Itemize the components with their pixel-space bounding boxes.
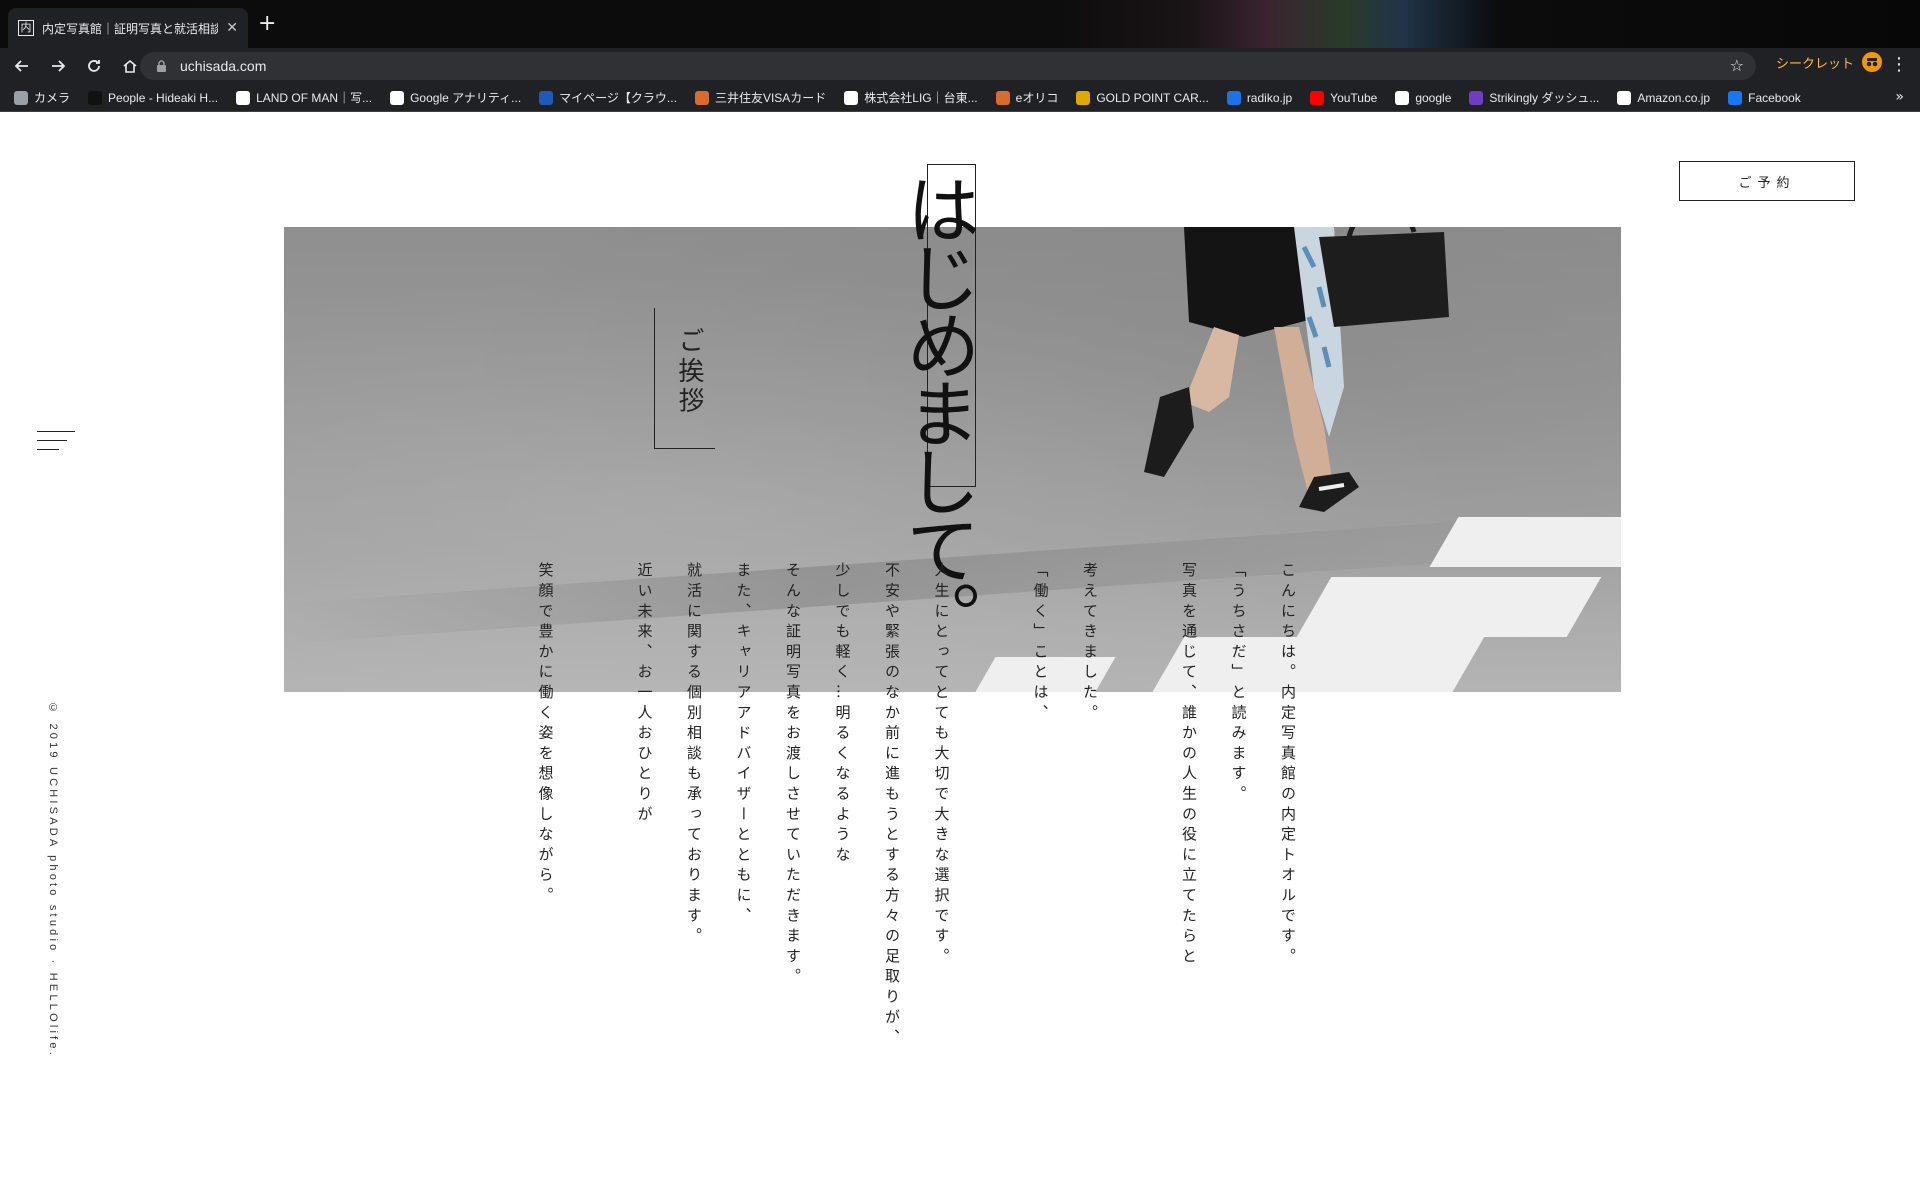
grid-icon [1076,90,1091,105]
browser-menu-icon[interactable]: ⋮ [1890,54,1908,75]
copyright-text: © 2019 UCHISADA photo studio · HELLOlife… [47,702,59,1058]
body-line: こんにちは。内定写真館の内定トオルです。 [1279,562,1297,968]
bookmark-item[interactable]: YouTube [1310,90,1378,105]
bookmark-item[interactable]: Amazon.co.jp [1617,90,1711,105]
bookmark-star-icon[interactable]: ☆ [1730,56,1744,75]
page-icon [236,90,251,105]
youtube-icon [1310,90,1325,105]
bookmark-item[interactable]: google [1395,90,1452,105]
new-tab-button[interactable]: + [258,12,276,36]
bookmark-item[interactable]: カメラ [14,89,70,106]
hamburger-menu-icon[interactable] [37,429,75,453]
lock-icon [156,60,168,72]
active-tab[interactable]: 内 内定写真館｜証明写真と就活相談 ✕ [8,8,248,48]
body-line: 「うちさだ」と読みます。 [1229,562,1248,806]
orico-icon [694,90,709,105]
bookmark-item[interactable]: 三井住友VISAカード [694,89,827,106]
body-line: 人生にとってとても大切で大きな選択です。 [932,562,951,968]
menu-line [37,449,59,450]
body-line: 少しでも軽く…明るくなるような [833,562,852,867]
back-arrow-icon[interactable] [8,52,36,80]
forward-arrow-icon[interactable] [44,52,72,80]
reserve-button[interactable]: ご予約 [1679,161,1855,201]
radiko-icon [1226,90,1241,105]
bookmark-label: People - Hideaki H... [108,90,219,105]
bookmark-label: マイページ【クラウ... [559,91,677,105]
bookmark-label: カメラ [34,91,71,105]
body-line: 不安や緊張のなか前に進もうとする方々の足取りが、 [883,562,901,1050]
bookmark-label: eオリコ [1015,91,1059,105]
body-line: そんな証明写真をお渡しさせていただきます。 [784,562,802,989]
folder-icon [14,90,28,105]
bookmark-item[interactable]: eオリコ [995,89,1059,106]
address-bar[interactable]: uchisada.com ☆ [140,52,1756,80]
strikingly-icon [1469,90,1484,105]
facebook-icon [1728,90,1743,105]
bookmark-label: radiko.jp [1246,90,1293,105]
bookmark-item[interactable]: People - Hideaki H... [88,90,219,105]
url-text: uchisada.com [180,58,267,74]
body-line: 笑顔で豊かに働く姿を想像しながら。 [536,562,555,908]
menu-line [37,440,67,441]
bookmark-item[interactable]: Google アナリティ... [390,89,521,106]
bookmark-item[interactable]: Strikingly ダッシュ... [1469,89,1599,106]
body-line: 考えてきました。 [1081,562,1099,725]
google-icon [1395,90,1410,105]
orico-icon [995,90,1010,105]
greeting-body: こんにちは。内定写真館の内定トオルです。 「うちさだ」と読みます。 写真を通じて、誰… [520,562,1312,1122]
bookmark-item[interactable]: GOLD POINT CAR... [1076,90,1209,105]
browser-toolbar: uchisada.com ☆ シークレット ⋮ [0,48,1920,84]
tab-strip: 内 内定写真館｜証明写真と就活相談 ✕ + [0,0,1920,48]
bookmarks-bar: カメラ People - Hideaki H... LAND OF MAN｜写...… [0,84,1920,112]
greeting-label: ご挨拶 [674,327,704,417]
body-line: 近い未来、お一人おひとりが [635,562,654,826]
bookmark-label: Strikingly ダッシュ... [1489,91,1600,105]
site-favicon-icon: 内 [18,20,34,36]
close-tab-icon[interactable]: ✕ [226,20,238,36]
bookmark-label: google [1415,90,1452,105]
bookmark-item[interactable]: LAND OF MAN｜写... [236,89,372,106]
body-line: また、キャリアアドバイザーとともに、 [734,562,753,928]
more-bookmarks-icon[interactable]: » [1895,89,1904,105]
bookmark-item[interactable]: Facebook [1728,90,1801,105]
body-line: 「働く」ことは、 [1031,562,1050,725]
bookmark-label: 三井住友VISAカード [714,91,827,105]
body-line: 写真を通じて、誰かの人生の役に立てたらと [1180,562,1198,968]
bookmark-label: GOLD POINT CAR... [1096,90,1209,105]
reload-icon[interactable] [80,52,108,80]
tab-title: 内定写真館｜証明写真と就活相談 [42,21,219,36]
incognito-icon [1862,52,1883,72]
bookmark-item[interactable]: マイページ【クラウ... [539,89,677,106]
bookmark-item[interactable]: radiko.jp [1226,90,1293,105]
body-line: 就活に関する個別相談も承っております。 [685,562,703,948]
page-content: ご予約 © 2019 UCHISADA photo studio · HELLO… [0,112,1920,1200]
bookmark-label: Amazon.co.jp [1637,90,1711,105]
bookmark-label: Google アナリティ... [410,91,522,105]
people-icon [88,90,103,105]
bookmark-label: LAND OF MAN｜写... [256,91,373,105]
incognito-label: シークレット [1776,56,1855,72]
bookmark-label: YouTube [1330,90,1378,105]
lig-icon [844,90,859,105]
bookmark-label: Facebook [1748,90,1801,105]
cw-icon [539,90,554,105]
amazon-icon [1617,90,1632,105]
bookmark-label: 株式会社LIG｜台東... [864,91,978,105]
google-icon [390,90,405,105]
menu-line [37,431,75,432]
bookmark-item[interactable]: 株式会社LIG｜台東... [844,89,978,106]
incognito-indicator[interactable]: シークレット [1776,52,1883,72]
